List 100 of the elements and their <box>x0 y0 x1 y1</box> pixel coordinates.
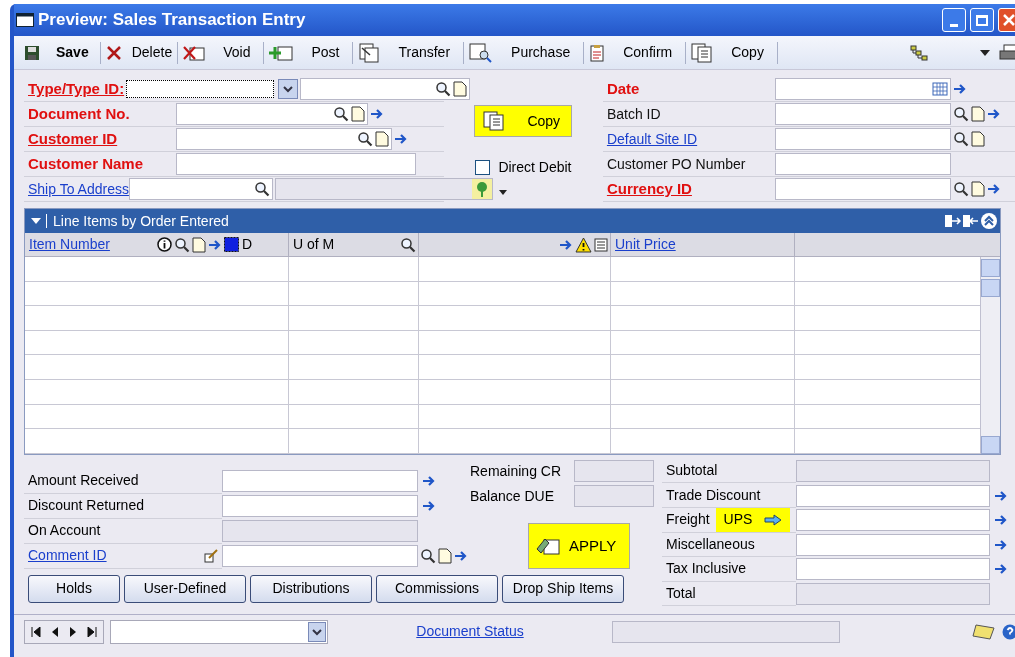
search-icon[interactable] <box>952 131 969 147</box>
note-icon[interactable] <box>970 181 985 197</box>
input-field[interactable] <box>796 533 990 556</box>
field-label[interactable]: Customer ID <box>28 130 118 147</box>
input-field[interactable] <box>796 484 990 507</box>
help-icon[interactable] <box>1002 623 1015 640</box>
field-label: Trade Discount <box>666 485 761 505</box>
checkbox[interactable] <box>475 160 491 175</box>
arrow-right-icon[interactable] <box>208 237 222 252</box>
input-field[interactable] <box>774 128 951 150</box>
search-icon[interactable] <box>400 236 416 253</box>
column-header[interactable]: Item Number <box>29 236 110 252</box>
input-field[interactable] <box>774 178 951 200</box>
field-label[interactable]: Ship To Address <box>28 181 129 197</box>
dropdown-button[interactable] <box>278 79 299 99</box>
first-record-icon[interactable] <box>31 626 41 637</box>
search-icon[interactable] <box>357 131 373 147</box>
arrow-right-icon[interactable] <box>994 488 1008 503</box>
dropdown-field[interactable] <box>110 619 328 644</box>
close-button[interactable] <box>998 8 1015 32</box>
last-record-icon[interactable] <box>87 626 97 637</box>
add-document-icon <box>269 43 294 62</box>
arrow-right-icon[interactable] <box>994 537 1008 552</box>
scrollbar[interactable] <box>980 257 1000 454</box>
toolbar-button[interactable]: Purchase <box>465 38 583 67</box>
input-field[interactable] <box>796 509 990 532</box>
field-label[interactable]: Type/Type ID: <box>28 80 125 97</box>
note-icon[interactable] <box>453 81 468 97</box>
document-search-icon <box>469 42 494 63</box>
toolbar-button[interactable]: Save <box>20 38 99 67</box>
collapse-icon[interactable] <box>980 212 998 230</box>
note-icon[interactable] <box>438 548 452 565</box>
minimize-button[interactable] <box>942 8 966 32</box>
toolbar-button[interactable]: Void <box>179 38 263 67</box>
toolbar-button[interactable]: Transfer <box>354 38 463 67</box>
column-header[interactable]: Unit Price <box>615 234 676 255</box>
caret-icon[interactable] <box>31 218 41 224</box>
carrier-tag[interactable]: UPS <box>715 507 791 532</box>
search-icon[interactable] <box>420 548 436 565</box>
toolbar-button[interactable]: Confirm <box>585 38 685 67</box>
toolbar-button[interactable]: Copy <box>687 38 776 67</box>
action-button[interactable]: User-Defined <box>124 574 246 603</box>
action-button[interactable]: Distributions <box>250 574 372 603</box>
arrow-right-icon[interactable] <box>370 107 384 121</box>
input-field[interactable] <box>222 495 418 518</box>
column-header: D <box>242 235 253 254</box>
caret-icon[interactable] <box>498 190 507 196</box>
field-label: Freight <box>666 510 710 530</box>
arrow-right-icon[interactable] <box>952 82 967 96</box>
note-icon[interactable] <box>970 106 985 122</box>
arrow-right-icon[interactable] <box>986 107 1001 121</box>
copy-icon <box>691 42 714 63</box>
note-icon[interactable] <box>351 106 365 122</box>
expand-rows-icon[interactable] <box>944 213 962 229</box>
close-icon <box>1003 14 1015 26</box>
copy-button[interactable]: Copy <box>474 105 573 137</box>
collapse-rows-icon[interactable] <box>962 213 980 229</box>
checkbox-label: Direct Debit <box>498 158 572 177</box>
input-field[interactable] <box>774 153 951 175</box>
note-icon[interactable] <box>192 236 206 253</box>
search-icon[interactable] <box>174 236 190 253</box>
toolbar-button[interactable]: Delete <box>101 38 177 67</box>
info-icon[interactable] <box>157 237 172 252</box>
action-button[interactable]: Drop Ship Items <box>502 574 624 603</box>
warning-icon[interactable] <box>575 236 592 253</box>
input-field[interactable] <box>796 558 990 581</box>
search-icon[interactable] <box>435 81 452 97</box>
input-field[interactable] <box>774 103 951 125</box>
action-button[interactable]: Commissions <box>376 574 498 603</box>
search-icon[interactable] <box>333 106 349 122</box>
input-field[interactable] <box>222 545 418 568</box>
note-icon[interactable] <box>375 131 389 147</box>
next-record-icon[interactable] <box>69 626 77 637</box>
field-label[interactable]: Comment ID <box>28 545 107 567</box>
apply-button[interactable]: APPLY <box>528 522 630 569</box>
search-icon[interactable] <box>952 181 969 197</box>
document-status-link[interactable]: Document Status <box>416 621 524 643</box>
field-label[interactable]: Currency ID <box>606 180 692 197</box>
arrow-right-icon[interactable] <box>986 182 1001 196</box>
calendar-icon[interactable] <box>931 82 948 96</box>
document-icon[interactable] <box>594 237 608 252</box>
search-icon[interactable] <box>952 106 969 122</box>
previous-record-icon[interactable] <box>51 626 59 637</box>
pencil-icon[interactable] <box>204 548 218 563</box>
grid-title: Line Items by Order Entered <box>53 211 230 231</box>
hierarchy-icon[interactable] <box>910 44 928 61</box>
arrow-right-icon[interactable] <box>559 237 573 252</box>
caret-icon[interactable] <box>980 49 990 56</box>
arrow-right-icon[interactable] <box>394 132 408 146</box>
input-field[interactable] <box>222 470 418 493</box>
note-icon[interactable] <box>970 131 985 147</box>
printer-icon[interactable] <box>998 43 1015 62</box>
maximize-button[interactable] <box>970 8 994 32</box>
search-icon[interactable] <box>253 181 270 197</box>
note-pad-icon[interactable] <box>972 622 996 641</box>
dropdown-field[interactable] <box>126 80 275 98</box>
field-label[interactable]: Default Site ID <box>606 131 698 147</box>
action-button[interactable]: Holds <box>28 574 120 603</box>
toolbar-button[interactable]: Post <box>265 38 352 67</box>
input-field[interactable] <box>176 153 416 175</box>
